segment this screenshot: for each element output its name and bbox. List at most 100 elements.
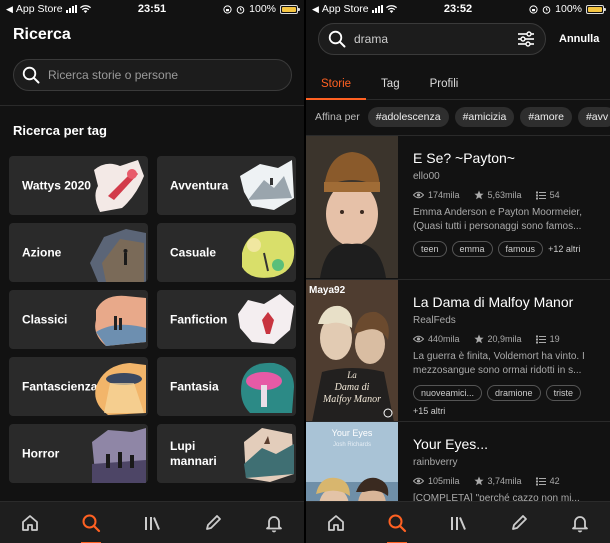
filter-icon[interactable]: [517, 31, 535, 47]
tag-card[interactable]: Horror: [9, 424, 148, 483]
alarm-icon: [542, 5, 551, 14]
reads-icon: [413, 191, 424, 199]
story-author[interactable]: rainbverry: [413, 457, 604, 468]
tag-card[interactable]: Lupi mannari: [157, 424, 296, 483]
story-tag[interactable]: famous: [497, 241, 544, 257]
library-icon: [450, 516, 466, 530]
parts-icon: [535, 477, 546, 485]
back-arrow-icon[interactable]: ◀: [312, 4, 319, 15]
story-tag[interactable]: triste: [545, 385, 582, 401]
votes-icon: [473, 334, 484, 344]
status-bar: ◀ App Store 23:52 100%: [306, 0, 610, 18]
tag-card[interactable]: Wattys 2020: [9, 156, 148, 215]
nav-library[interactable]: [440, 505, 476, 541]
tag-card[interactable]: Azione: [9, 223, 148, 282]
votes-icon: [473, 190, 484, 200]
story-title[interactable]: Your Eyes...: [413, 436, 604, 452]
story-cover[interactable]: [306, 136, 398, 278]
tag-card-label: Horror: [22, 446, 60, 460]
more-tags[interactable]: +12 altri: [548, 244, 580, 254]
tag-card-label: Classici: [22, 312, 68, 326]
tag-card[interactable]: Classici: [9, 290, 148, 349]
bell-icon: [265, 515, 282, 532]
more-tags[interactable]: +15 altri: [413, 406, 445, 416]
refine-bar: Affina per #adolescenza #amicizia #amore #a…: [306, 106, 610, 128]
cover-title: Your Eyes: [332, 428, 373, 438]
tag-artwork: [86, 156, 148, 215]
story-author[interactable]: RealFeds: [413, 315, 604, 326]
tab-profili[interactable]: Profili: [415, 70, 474, 100]
story-title[interactable]: La Dama di Malfoy Manor: [413, 294, 604, 310]
nav-home[interactable]: [12, 505, 48, 541]
refine-chip[interactable]: #amore: [520, 107, 572, 127]
story-author[interactable]: ello00: [413, 171, 604, 182]
story-stats: 174mila 5,63mila 54: [413, 190, 604, 200]
nav-home[interactable]: [318, 505, 354, 541]
tab-storie[interactable]: Storie: [306, 70, 367, 100]
tag-card[interactable]: Avventura: [157, 156, 296, 215]
tag-card[interactable]: Fantasia: [157, 357, 296, 416]
nav-notifications[interactable]: [256, 505, 292, 541]
story-tag[interactable]: nuoveamici...: [413, 385, 483, 401]
refine-chip[interactable]: #amicizia: [454, 107, 515, 127]
cover-title-2: Dama di: [334, 382, 370, 393]
back-arrow-icon[interactable]: ◀: [6, 4, 13, 15]
nav-search[interactable]: [379, 505, 415, 543]
story-card[interactable]: Maya92 La Dama di Malfoy Manor La Dama di Ma…: [306, 279, 610, 422]
library-icon: [144, 516, 160, 530]
parts-count: 54: [549, 190, 560, 200]
alarm-icon: [236, 5, 245, 14]
status-carrier: App Store: [15, 3, 63, 15]
search-field[interactable]: [13, 59, 292, 91]
refine-chip[interactable]: #adolescenza: [367, 107, 449, 127]
search-icon: [22, 66, 40, 84]
reads-icon: [413, 335, 424, 343]
cancel-button[interactable]: Annulla: [559, 33, 599, 45]
search-icon: [388, 514, 407, 532]
tag-card[interactable]: Casuale: [157, 223, 296, 282]
votes-count: 5,63mila: [487, 190, 522, 200]
results-tabs: Storie Tag Profili: [306, 70, 610, 100]
tag-artwork: [234, 357, 296, 416]
status-carrier: App Store: [321, 3, 369, 15]
tag-artwork: [86, 290, 148, 349]
tag-artwork: [86, 357, 148, 416]
story-tag[interactable]: emma: [451, 241, 493, 257]
cover-caption: Maya92: [309, 285, 346, 296]
story-cover[interactable]: Maya92 La Dama di Malfoy Manor: [306, 280, 398, 422]
nav-library[interactable]: [134, 505, 170, 541]
story-tag[interactable]: dramione: [487, 385, 541, 401]
bottom-nav: [0, 501, 304, 543]
tag-card-label: Casuale: [170, 245, 217, 259]
wifi-icon: [79, 5, 91, 13]
pencil-icon: [511, 514, 527, 530]
tag-grid: Wattys 2020 Avventura Azione Casuale Classic…: [9, 156, 297, 483]
reads-count: 105mila: [428, 476, 460, 486]
search-input[interactable]: [48, 68, 268, 82]
tag-artwork: [234, 424, 296, 483]
status-bar: ◀ App Store 23:51 100%: [0, 0, 304, 18]
tag-artwork: [234, 223, 296, 282]
search-field[interactable]: [318, 23, 546, 55]
tag-card-label: Fantascienza: [22, 379, 98, 393]
home-icon: [328, 514, 345, 531]
tag-card[interactable]: Fanfiction: [157, 290, 296, 349]
story-card[interactable]: E Se? ~Payton~ ello00 174mila 5,63mila 54 Emm…: [306, 135, 610, 278]
nav-write[interactable]: [501, 505, 537, 541]
search-input[interactable]: [354, 32, 504, 46]
story-tag[interactable]: teen: [413, 241, 447, 257]
story-stats: 105mila 3,74mila 42: [413, 476, 604, 486]
nav-notifications[interactable]: [562, 505, 598, 541]
story-title[interactable]: E Se? ~Payton~: [413, 150, 604, 166]
refine-chip[interactable]: #avv: [577, 107, 610, 127]
tag-artwork: [234, 156, 296, 215]
nav-write[interactable]: [195, 505, 231, 541]
search-icon: [328, 30, 346, 48]
tab-tag[interactable]: Tag: [366, 70, 415, 100]
nav-search[interactable]: [73, 505, 109, 543]
section-title: Ricerca per tag: [13, 123, 107, 138]
results-screen: ◀ App Store 23:52 100% Annulla StorieTag…: [306, 0, 610, 543]
tag-card[interactable]: Fantascienza: [9, 357, 148, 416]
battery-percent: 100%: [555, 3, 582, 15]
signal-icon: [65, 5, 77, 13]
